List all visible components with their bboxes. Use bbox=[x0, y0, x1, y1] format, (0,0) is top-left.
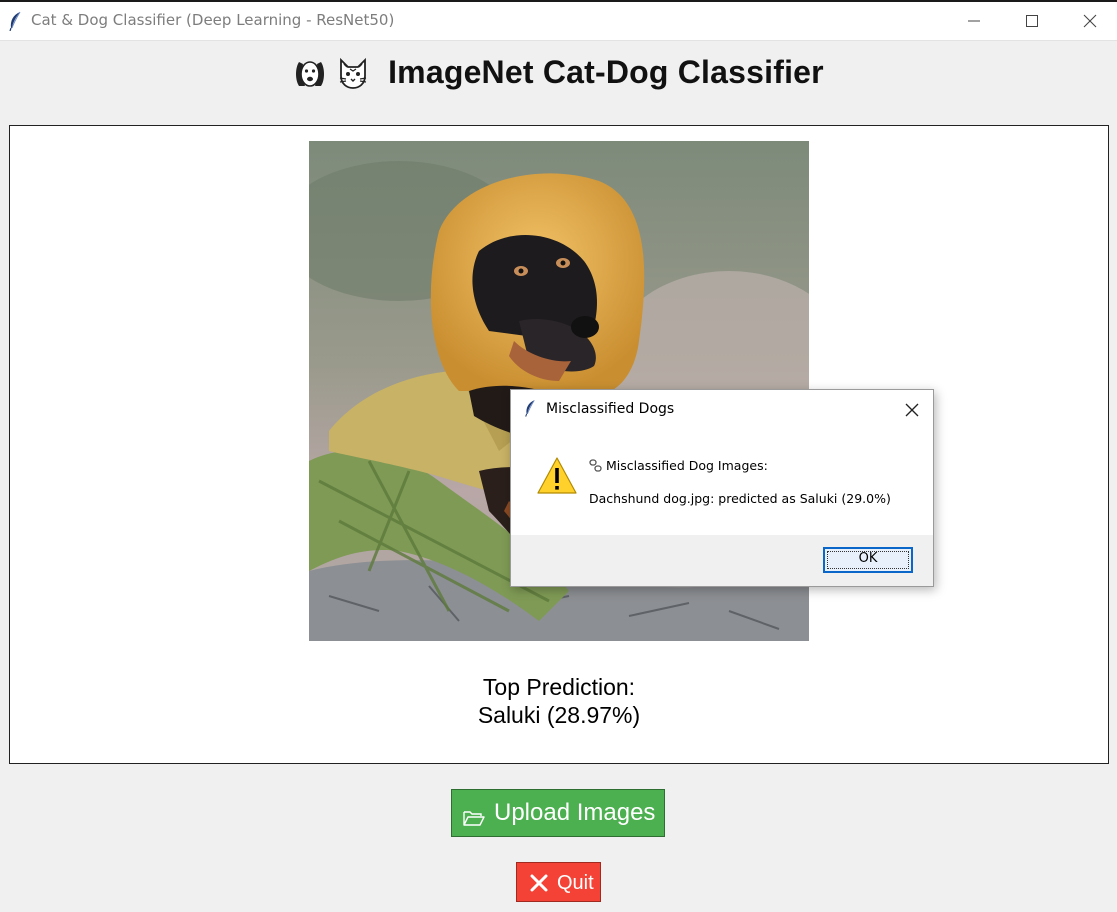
cross-icon bbox=[529, 873, 549, 899]
quit-button-label: Quit bbox=[557, 872, 594, 894]
page-title: ImageNet Cat-Dog Classifier bbox=[388, 54, 824, 90]
dialog-heading-text: Misclassified Dog Images: bbox=[606, 458, 768, 473]
misclassified-dialog: Misclassified Dogs Misclassified Dog Ima… bbox=[510, 389, 934, 587]
dialog-heading: Misclassified Dog Images: bbox=[589, 458, 768, 473]
close-icon bbox=[905, 403, 919, 417]
close-icon bbox=[1083, 14, 1097, 28]
app-heading: ImageNet Cat-Dog Classifier bbox=[0, 54, 1117, 98]
dialog-title: Misclassified Dogs bbox=[546, 401, 675, 417]
title-bar[interactable]: Cat & Dog Classifier (Deep Learning - Re… bbox=[0, 2, 1117, 41]
prediction-label: Top Prediction: bbox=[482, 674, 636, 700]
maximize-icon bbox=[1026, 15, 1038, 27]
feather-icon bbox=[524, 399, 536, 417]
minimize-icon bbox=[968, 20, 980, 22]
ok-button[interactable]: OK bbox=[823, 547, 913, 573]
minimize-button[interactable] bbox=[945, 2, 1003, 40]
folder-open-icon bbox=[463, 806, 485, 834]
link-icon bbox=[589, 459, 602, 472]
dialog-close-button[interactable] bbox=[905, 402, 919, 417]
cat-face-icon bbox=[336, 56, 370, 90]
quit-button[interactable]: Quit bbox=[516, 862, 601, 902]
dialog-footer: OK bbox=[511, 535, 933, 586]
prediction-value: Saluki (28.97%) bbox=[477, 702, 641, 728]
warning-icon bbox=[536, 456, 578, 496]
dialog-message: Dachshund dog.jpg: predicted as Saluki (… bbox=[589, 491, 891, 506]
feather-icon bbox=[8, 11, 22, 32]
upload-button-label: Upload Images bbox=[494, 799, 656, 826]
upload-images-button[interactable]: Upload Images bbox=[451, 789, 665, 837]
dog-face-icon bbox=[293, 56, 327, 90]
close-window-button[interactable] bbox=[1061, 2, 1117, 40]
window-title: Cat & Dog Classifier (Deep Learning - Re… bbox=[31, 11, 395, 29]
app-window: Cat & Dog Classifier (Deep Learning - Re… bbox=[0, 0, 1117, 912]
maximize-button[interactable] bbox=[1003, 2, 1061, 40]
